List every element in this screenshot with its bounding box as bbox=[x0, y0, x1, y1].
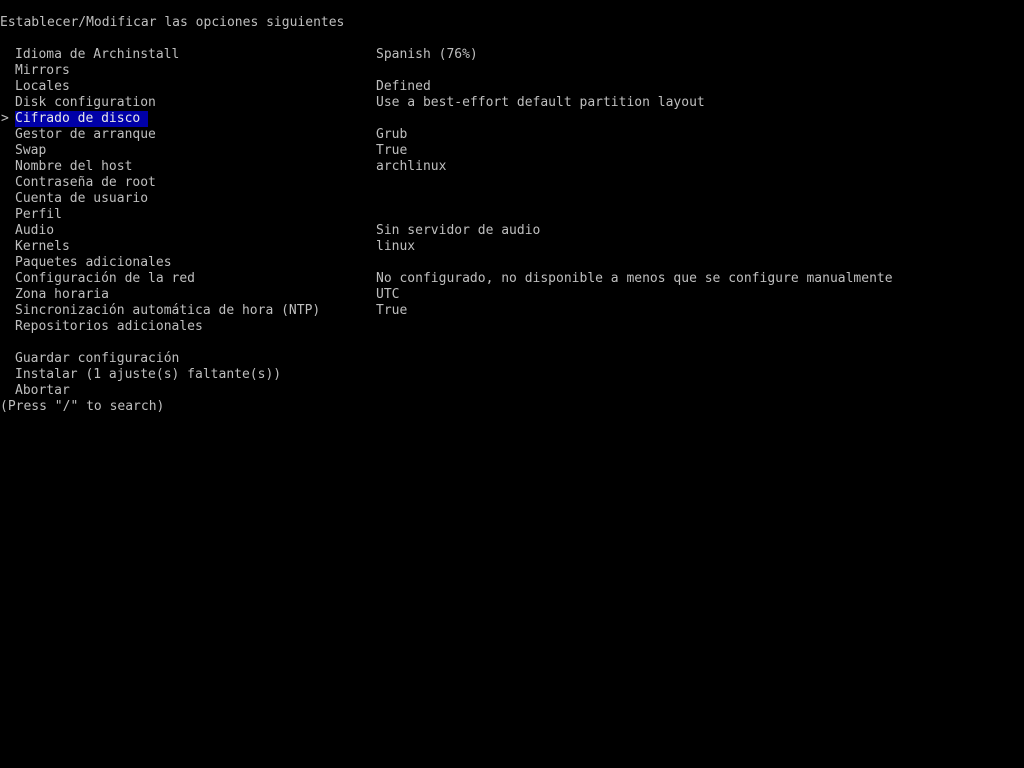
abort-button[interactable]: Abortar bbox=[0, 383, 1024, 399]
menu-item-root-password[interactable]: Contraseña de root bbox=[0, 175, 1024, 191]
menu-item-hostname[interactable]: Nombre del host archlinux bbox=[0, 159, 1024, 175]
action-label: Guardar configuración bbox=[15, 351, 180, 366]
save-configuration-button[interactable]: Guardar configuración bbox=[0, 351, 1024, 367]
menu-item-additional-packages[interactable]: Paquetes adicionales bbox=[0, 255, 1024, 271]
menu-item-label: Configuración de la red bbox=[15, 271, 196, 286]
menu-item-locales[interactable]: Locales Defined bbox=[0, 79, 1024, 95]
menu-item-label: Perfil bbox=[15, 207, 62, 222]
menu-item-label: Kernels bbox=[15, 239, 70, 254]
menu-item-label: Disk configuration bbox=[15, 95, 156, 110]
menu-item-additional-repositories[interactable]: Repositorios adicionales bbox=[0, 319, 1024, 335]
menu-item-label: Swap bbox=[15, 143, 47, 158]
menu-item-label: Audio bbox=[15, 223, 55, 238]
action-label: Instalar (1 ajuste(s) faltante(s)) bbox=[15, 367, 282, 382]
menu-item-value: Spanish (76%) bbox=[376, 47, 478, 62]
install-button[interactable]: Instalar (1 ajuste(s) faltante(s)) bbox=[0, 367, 1024, 383]
menu-item-label: Contraseña de root bbox=[15, 175, 156, 190]
menu-item-label: Locales bbox=[15, 79, 70, 94]
menu-item-value: UTC bbox=[376, 287, 400, 302]
menu-item-kernels[interactable]: Kernels linux bbox=[0, 239, 1024, 255]
menu-item-value: No configurado, no disponible a menos qu… bbox=[376, 271, 893, 286]
menu-item-user-account[interactable]: Cuenta de usuario bbox=[0, 191, 1024, 207]
menu-item-label: Gestor de arranque bbox=[15, 127, 156, 142]
menu-item-value: linux bbox=[376, 239, 416, 254]
menu-item-value: True bbox=[376, 303, 408, 318]
terminal-screen: { "header": { "title": "Establecer/Modif… bbox=[0, 0, 1024, 768]
menu-item-value: Grub bbox=[376, 127, 408, 142]
menu-item-label: Cuenta de usuario bbox=[15, 191, 149, 206]
menu-item-label: Idioma de Archinstall bbox=[15, 47, 180, 62]
menu-item-label: Mirrors bbox=[15, 63, 70, 78]
action-label: Abortar bbox=[15, 383, 70, 398]
menu-item-timezone[interactable]: Zona horaria UTC bbox=[0, 287, 1024, 303]
menu-item-ntp[interactable]: Sincronización automática de hora (NTP) … bbox=[0, 303, 1024, 319]
menu-item-idioma[interactable]: Idioma de Archinstall Spanish (76%) bbox=[0, 47, 1024, 63]
menu-item-profile[interactable]: Perfil bbox=[0, 207, 1024, 223]
menu-item-value: Defined bbox=[376, 79, 431, 94]
search-hint: (Press "/" to search) bbox=[0, 399, 165, 414]
menu-item-value: Sin servidor de audio bbox=[376, 223, 541, 238]
menu-item-value: archlinux bbox=[376, 159, 447, 174]
menu-item-label: Cifrado de disco bbox=[15, 111, 149, 127]
menu-item-label: Paquetes adicionales bbox=[15, 255, 172, 270]
menu-item-label: Repositorios adicionales bbox=[15, 319, 203, 334]
menu-item-label: Nombre del host bbox=[15, 159, 133, 174]
menu-item-disk-configuration[interactable]: Disk configuration Use a best-effort def… bbox=[0, 95, 1024, 111]
menu-item-mirrors[interactable]: Mirrors bbox=[0, 63, 1024, 79]
menu-item-bootloader[interactable]: Gestor de arranque Grub bbox=[0, 127, 1024, 143]
menu-item-value: True bbox=[376, 143, 408, 158]
cursor-marker: > bbox=[1, 111, 9, 126]
menu-item-disk-encryption[interactable]: > Cifrado de disco bbox=[0, 111, 1024, 127]
menu-item-label: Zona horaria bbox=[15, 287, 109, 302]
menu-item-value: Use a best-effort default partition layo… bbox=[376, 95, 705, 110]
menu-item-label: Sincronización automática de hora (NTP) bbox=[15, 303, 321, 318]
menu-item-swap[interactable]: Swap True bbox=[0, 143, 1024, 159]
menu-item-audio[interactable]: Audio Sin servidor de audio bbox=[0, 223, 1024, 239]
menu-item-network-configuration[interactable]: Configuración de la red No configurado, … bbox=[0, 271, 1024, 287]
screen-title: Establecer/Modificar las opciones siguie… bbox=[0, 15, 345, 30]
